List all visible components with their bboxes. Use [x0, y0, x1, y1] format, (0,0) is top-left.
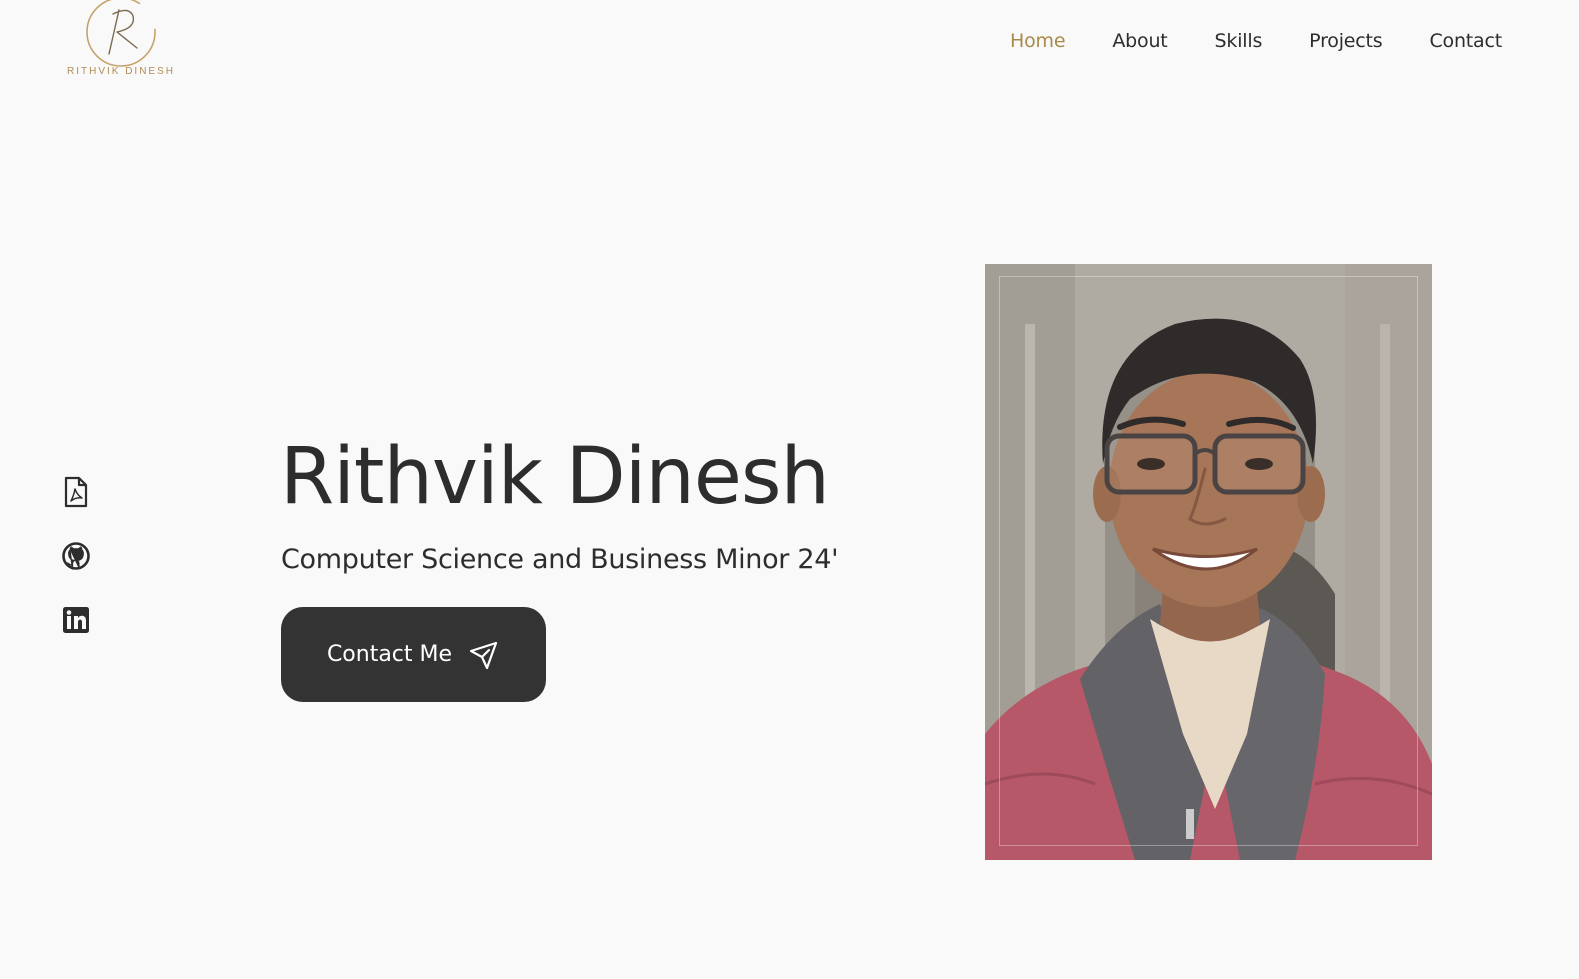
- logo-monogram-icon: [86, 0, 156, 67]
- linkedin-icon: [63, 607, 89, 633]
- nav-link-projects[interactable]: Projects: [1309, 30, 1383, 52]
- send-icon: [469, 641, 498, 669]
- nav-link-skills[interactable]: Skills: [1215, 30, 1263, 52]
- nav-item-about: About: [1112, 30, 1167, 52]
- page: RITHVIK DINESH Home About Skills Project…: [0, 0, 1579, 979]
- hero-subtitle: Computer Science and Business Minor 24': [281, 544, 839, 575]
- github-link[interactable]: [59, 539, 93, 573]
- pdf-file-icon: [64, 476, 88, 508]
- hero-title: Rithvik Dinesh: [280, 432, 830, 522]
- contact-me-label: Contact Me: [326, 642, 453, 667]
- main-nav: Home About Skills Projects Contact: [1010, 30, 1502, 52]
- nav-item-home: Home: [1010, 30, 1066, 52]
- logo-text: RITHVIK DINESH: [66, 66, 175, 77]
- nav-link-home[interactable]: Home: [1010, 30, 1066, 52]
- linkedin-link[interactable]: [59, 603, 93, 637]
- site-header: RITHVIK DINESH Home About Skills Project…: [0, 0, 1579, 100]
- nav-link-contact[interactable]: Contact: [1429, 30, 1502, 52]
- nav-link-about[interactable]: About: [1112, 30, 1167, 52]
- social-links: [59, 475, 93, 637]
- github-icon: [62, 542, 90, 570]
- nav-item-contact: Contact: [1429, 30, 1502, 52]
- nav-item-skills: Skills: [1215, 30, 1263, 52]
- contact-me-button[interactable]: Contact Me: [281, 607, 546, 702]
- logo[interactable]: RITHVIK DINESH: [62, 0, 180, 92]
- nav-item-projects: Projects: [1309, 30, 1383, 52]
- profile-photo: [985, 264, 1432, 860]
- profile-portrait-image: [985, 264, 1432, 860]
- resume-link[interactable]: [59, 475, 93, 509]
